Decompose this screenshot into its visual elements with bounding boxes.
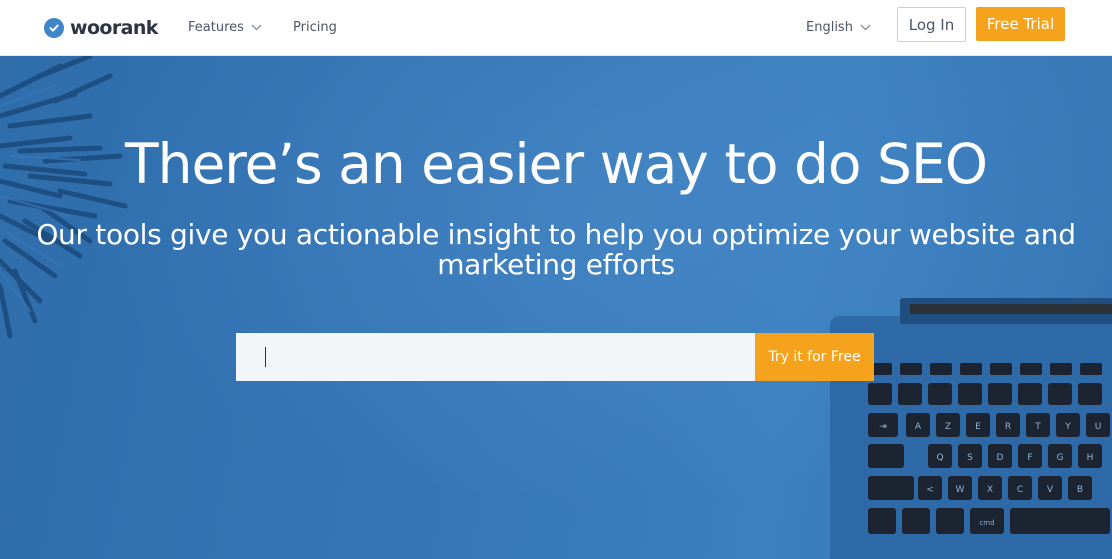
plant-image — [0, 56, 128, 339]
svg-text:<: < — [926, 485, 934, 495]
svg-text:R: R — [1005, 422, 1011, 432]
svg-text:D: D — [997, 453, 1004, 463]
svg-text:B: B — [1077, 485, 1083, 495]
svg-text:⇥: ⇥ — [879, 422, 887, 432]
language-label: English — [806, 19, 853, 35]
svg-text:T: T — [1034, 422, 1041, 432]
svg-text:G: G — [1057, 453, 1064, 463]
svg-text:U: U — [1095, 422, 1102, 432]
svg-text:E: E — [975, 422, 981, 432]
text-cursor — [265, 347, 266, 367]
svg-text:Z: Z — [945, 422, 951, 432]
svg-text:H: H — [1087, 453, 1094, 463]
chevron-down-icon — [251, 21, 263, 33]
hero-subtitle: Our tools give you actionable insight to… — [36, 218, 1076, 281]
website-url-input[interactable] — [236, 333, 755, 381]
svg-text:C: C — [1017, 485, 1023, 495]
chevron-down-icon — [860, 21, 872, 33]
nav-pricing[interactable]: Pricing — [293, 17, 337, 37]
logo-text: woorank — [70, 17, 158, 39]
language-selector[interactable]: English — [806, 17, 872, 37]
free-trial-button[interactable]: Free Trial — [976, 7, 1065, 41]
svg-text:V: V — [1047, 485, 1054, 495]
woorank-logo[interactable]: woorank — [44, 14, 158, 42]
nav-features[interactable]: Features — [188, 17, 263, 37]
nav-features-label: Features — [188, 19, 244, 35]
hero-title: There’s an easier way to do SEO — [124, 132, 988, 196]
svg-text:S: S — [967, 453, 973, 463]
check-icon — [44, 18, 64, 38]
svg-text:A: A — [915, 422, 922, 432]
svg-text:W: W — [956, 485, 965, 495]
svg-text:Y: Y — [1064, 422, 1071, 432]
login-button[interactable]: Log In — [897, 7, 966, 42]
svg-text:F: F — [1027, 453, 1032, 463]
top-navbar: woorank Features Pricing English Log In … — [0, 0, 1112, 56]
svg-text:cmd: cmd — [979, 519, 994, 527]
hero-section: A Z E R T Y U ⇥ Q S D F G H < W X C V B cmd There’s a… — [0, 56, 1112, 559]
nav-pricing-label: Pricing — [293, 19, 337, 35]
svg-text:X: X — [987, 485, 993, 495]
svg-text:Q: Q — [936, 453, 943, 463]
try-free-button[interactable]: Try it for Free — [755, 333, 874, 381]
